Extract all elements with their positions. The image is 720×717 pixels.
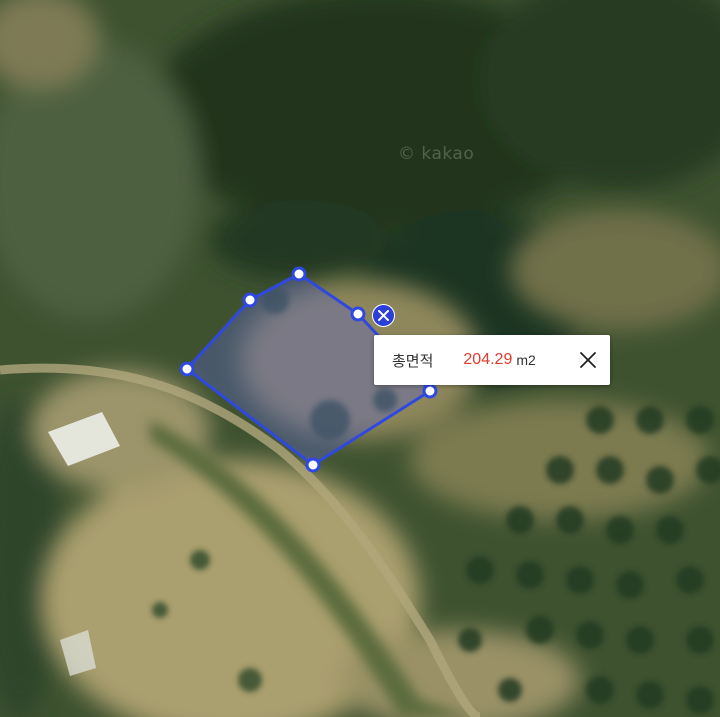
satellite-map[interactable]: © kakao 총면적 204.29 m2 [0,0,720,717]
area-unit: m2 [516,352,536,368]
area-measurement-overlay [179,266,438,473]
close-circle-icon [378,310,389,321]
polygon-vertex-handle[interactable] [350,306,366,322]
polygon-vertex-handle[interactable] [179,361,195,377]
polygon-vertex-handle[interactable] [422,383,438,399]
total-area-title: 총면적 [392,351,434,370]
polygon-vertex-handle[interactable] [305,457,321,473]
close-label-button[interactable] [578,350,598,370]
area-value: 204.29 [463,351,513,368]
delete-measurement-button[interactable] [372,304,395,327]
polygon-vertex-handle[interactable] [291,266,307,282]
close-icon [580,352,596,368]
area-result-label: 총면적 204.29 m2 [374,335,610,385]
polygon-vertex-handle[interactable] [242,292,258,308]
